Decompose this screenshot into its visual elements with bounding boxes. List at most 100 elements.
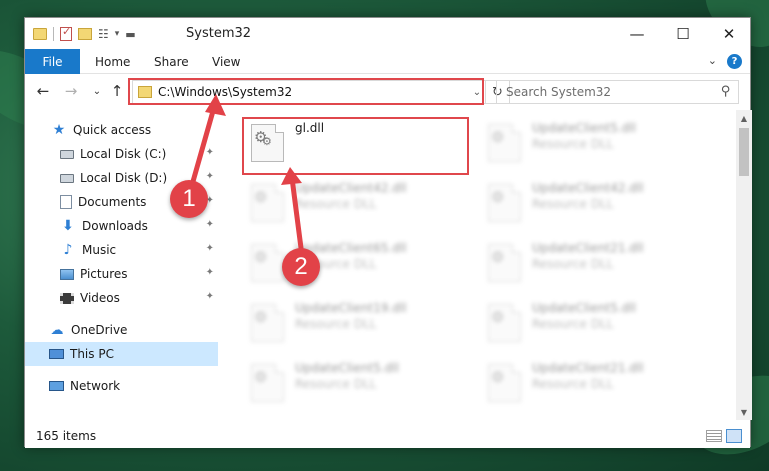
- sidebar-item-videos[interactable]: Videos ✦: [25, 286, 218, 310]
- file-tile[interactable]: ⚙ UpdateClient21.dll Resource DLL: [482, 236, 712, 290]
- step-marker-1: 1: [170, 180, 208, 218]
- file-tile[interactable]: ⚙ UpdateClient5.dll Resource DLL: [482, 116, 712, 170]
- sidebar-item-label: OneDrive: [71, 323, 128, 337]
- file-name: UpdateClient5.dll: [532, 121, 636, 135]
- file-type: Resource DLL: [532, 257, 614, 271]
- close-button[interactable]: ✕: [706, 18, 752, 49]
- sidebar-item-pictures[interactable]: Pictures ✦: [25, 262, 218, 286]
- sidebar-item-local-disk-c[interactable]: Local Disk (C:) ✦: [25, 142, 218, 166]
- chevron-down-icon[interactable]: ▬: [125, 28, 135, 41]
- tab-home[interactable]: Home: [95, 49, 130, 74]
- scroll-up-arrow[interactable]: ▲: [736, 110, 752, 126]
- file-type: Resource DLL: [532, 377, 614, 391]
- sidebar-item-label: Documents: [78, 195, 147, 209]
- gear-icon: ⚙: [491, 128, 505, 146]
- search-placeholder: Search System32: [506, 85, 612, 99]
- file-type: Resource DLL: [532, 197, 614, 211]
- scroll-thumb[interactable]: [739, 128, 749, 176]
- file-tile[interactable]: ⚙ UpdateClient5.dll Resource DLL: [482, 296, 712, 350]
- downloads-icon: ⬇: [62, 218, 74, 234]
- gear-icon: ⚙: [254, 188, 268, 206]
- drive-icon: [60, 149, 74, 159]
- sidebar-item-network[interactable]: Network: [25, 374, 218, 398]
- sidebar-item-label: This PC: [70, 347, 114, 361]
- search-icon[interactable]: ⚲: [721, 84, 731, 99]
- network-icon: [49, 381, 64, 391]
- search-input[interactable]: Search System32 ⚲: [496, 80, 739, 104]
- customize-toolbar-dropdown[interactable]: ▾: [115, 29, 120, 39]
- vertical-scrollbar[interactable]: ▲ ▼: [736, 110, 752, 420]
- sidebar-item-quick-access[interactable]: ★ Quick access: [25, 118, 218, 142]
- tab-file[interactable]: File: [25, 49, 80, 74]
- maximize-button[interactable]: ☐: [660, 18, 706, 49]
- sidebar-item-label: Downloads: [82, 219, 148, 233]
- sidebar-item-label: Local Disk (D:): [80, 171, 168, 185]
- file-name: UpdateClient42.dll: [532, 181, 644, 195]
- file-tile[interactable]: ⚙ UpdateClient5.dll Resource DLL: [245, 356, 475, 410]
- cloud-icon: ☁: [50, 322, 64, 338]
- details-view-icon[interactable]: [706, 430, 722, 442]
- file-tile[interactable]: ⚙ UpdateClient19.dll Resource DLL: [245, 296, 475, 350]
- file-name: UpdateClient5.dll: [295, 361, 399, 375]
- help-icon[interactable]: ?: [727, 54, 742, 69]
- sidebar-item-label: Local Disk (C:): [80, 147, 167, 161]
- pin-icon[interactable]: ✦: [206, 267, 214, 278]
- tab-view[interactable]: View: [212, 49, 240, 74]
- minimize-button[interactable]: —: [614, 18, 660, 49]
- file-tile[interactable]: ⚙ UpdateClient65.dll Resource DLL: [245, 236, 475, 290]
- pin-icon[interactable]: ✦: [206, 243, 214, 254]
- status-bar: 165 items: [25, 424, 750, 448]
- file-type: Resource DLL: [295, 317, 377, 331]
- properties-icon[interactable]: [60, 25, 72, 41]
- pictures-icon: [60, 268, 74, 280]
- videos-icon: [60, 292, 74, 304]
- pin-icon[interactable]: ✦: [206, 171, 214, 182]
- pin-icon[interactable]: ✦: [206, 291, 214, 302]
- quick-access-toolbar: ☷ ▾ ▬: [33, 25, 136, 43]
- navigation-pane: ★ Quick access Local Disk (C:) ✦ Local D…: [25, 110, 218, 420]
- gear-icon: ⚙: [491, 248, 505, 266]
- address-bar-highlight: [128, 78, 484, 105]
- view-options-icon[interactable]: ☷: [98, 27, 109, 41]
- documents-icon: [60, 195, 72, 209]
- gear-icon: ⚙: [254, 248, 268, 266]
- folder-icon: [33, 28, 47, 40]
- forward-button[interactable]: →: [61, 81, 81, 101]
- back-button[interactable]: ←: [33, 81, 53, 101]
- file-tile[interactable]: ⚙ UpdateClient42.dll Resource DLL: [245, 176, 475, 230]
- sidebar-item-onedrive[interactable]: ☁ OneDrive: [25, 318, 218, 342]
- gl-dll-highlight: [242, 117, 469, 175]
- scroll-down-arrow[interactable]: ▼: [736, 404, 752, 420]
- recent-locations-dropdown[interactable]: ⌄: [87, 81, 107, 101]
- file-type: Resource DLL: [532, 137, 614, 151]
- gear-icon: ⚙: [254, 368, 268, 386]
- sidebar-item-music[interactable]: ♪ Music ✦: [25, 238, 218, 262]
- sidebar-item-this-pc[interactable]: This PC: [25, 342, 218, 366]
- sidebar-item-label: Network: [70, 379, 121, 393]
- star-icon: ★: [52, 122, 66, 138]
- expand-ribbon-icon[interactable]: ⌄: [708, 54, 717, 69]
- item-count: 165 items: [36, 429, 97, 443]
- file-type: Resource DLL: [295, 197, 377, 211]
- file-name: UpdateClient21.dll: [532, 241, 644, 255]
- sidebar-item-label: Quick access: [73, 123, 152, 137]
- file-type: Resource DLL: [295, 377, 377, 391]
- file-name: UpdateClient5.dll: [532, 301, 636, 315]
- file-tile[interactable]: ⚙ UpdateClient42.dll Resource DLL: [482, 176, 712, 230]
- music-icon: ♪: [63, 242, 73, 258]
- sidebar-item-label: Music: [82, 243, 117, 257]
- gear-icon: ⚙: [491, 308, 505, 326]
- drive-icon: [60, 173, 74, 183]
- tab-share[interactable]: Share: [154, 49, 189, 74]
- tiles-view-icon[interactable]: [726, 429, 742, 443]
- file-tile[interactable]: ⚙ UpdateClient21.dll Resource DLL: [482, 356, 712, 410]
- sidebar-item-label: Pictures: [80, 267, 128, 281]
- new-folder-icon[interactable]: [78, 28, 92, 40]
- toolbar-divider: [53, 27, 54, 41]
- file-name: UpdateClient21.dll: [532, 361, 644, 375]
- title-bar: ☷ ▾ ▬ System32 — ☐ ✕: [25, 18, 750, 49]
- pin-icon[interactable]: ✦: [206, 219, 214, 230]
- pin-icon[interactable]: ✦: [206, 147, 214, 158]
- up-button[interactable]: ↑: [107, 81, 127, 101]
- ribbon-right-controls: ⌄ ?: [708, 54, 742, 69]
